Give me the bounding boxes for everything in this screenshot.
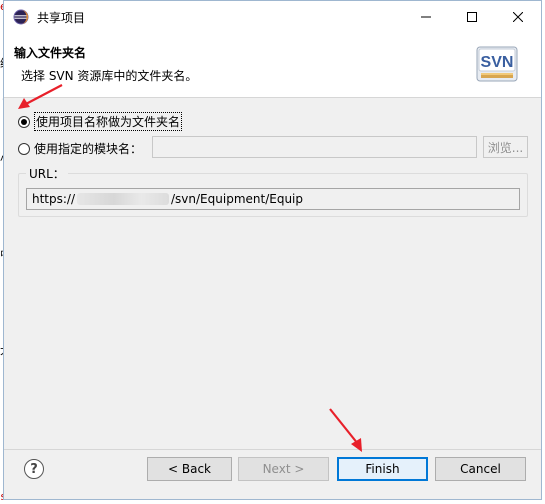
maximize-button[interactable] (449, 1, 495, 33)
eclipse-icon (13, 9, 29, 25)
cancel-button-label: Cancel (460, 462, 501, 476)
wizard-content: 使用项目名称做为文件夹名 使用指定的模块名： 浏览... URL： https:… (4, 98, 541, 499)
radio-use-module-name[interactable] (18, 142, 30, 155)
url-field[interactable]: https:// /svn/Equipment/Equip (26, 188, 520, 210)
url-redacted-host (77, 193, 170, 205)
wizard-header: 输入文件夹名 选择 SVN 资源库中的文件夹名。 SVN (4, 33, 541, 98)
help-icon[interactable]: ? (24, 459, 44, 479)
finish-button-label: Finish (365, 462, 400, 476)
use-module-name-label: 使用指定的模块名： (34, 142, 143, 156)
use-project-name-option[interactable]: 使用项目名称做为文件夹名 (18, 112, 183, 131)
dialog-title: 共享项目 (37, 10, 86, 25)
module-name-input[interactable] (152, 136, 477, 158)
close-icon (513, 12, 523, 22)
page-description: 选择 SVN 资源库中的文件夹名。 (21, 69, 198, 83)
cancel-button[interactable]: Cancel (435, 457, 526, 481)
wizard-footer: ? < Back Next > Finish Cancel (4, 449, 541, 499)
url-prefix: https:// (32, 192, 76, 206)
back-button-label: < Back (167, 462, 211, 476)
title-bar[interactable]: 共享项目 (4, 1, 541, 33)
url-label: URL： (26, 165, 68, 182)
page-title: 输入文件夹名 (14, 46, 87, 60)
browse-button[interactable]: 浏览... (483, 136, 528, 158)
use-module-name-option[interactable]: 使用指定的模块名： (18, 140, 142, 157)
share-project-dialog: 共享项目 输入文件夹名 选择 SVN 资源库中的文件夹名。 SVN 使用项目名称… (3, 0, 542, 500)
minimize-icon (421, 16, 431, 18)
maximize-icon (467, 12, 477, 22)
finish-button[interactable]: Finish (337, 457, 428, 481)
back-button[interactable]: < Back (147, 457, 232, 481)
svn-logo-text: SVN (481, 54, 514, 71)
footer-divider (4, 449, 541, 450)
url-path: /svn/Equipment/Equip (171, 192, 303, 206)
use-project-name-label: 使用项目名称做为文件夹名 (34, 112, 183, 131)
minimize-button[interactable] (403, 1, 449, 33)
svn-logo-icon: SVN (474, 42, 520, 86)
close-button[interactable] (495, 1, 541, 33)
next-button-label: Next > (262, 462, 305, 476)
radio-use-project-name[interactable] (18, 115, 30, 128)
next-button[interactable]: Next > (238, 457, 329, 481)
